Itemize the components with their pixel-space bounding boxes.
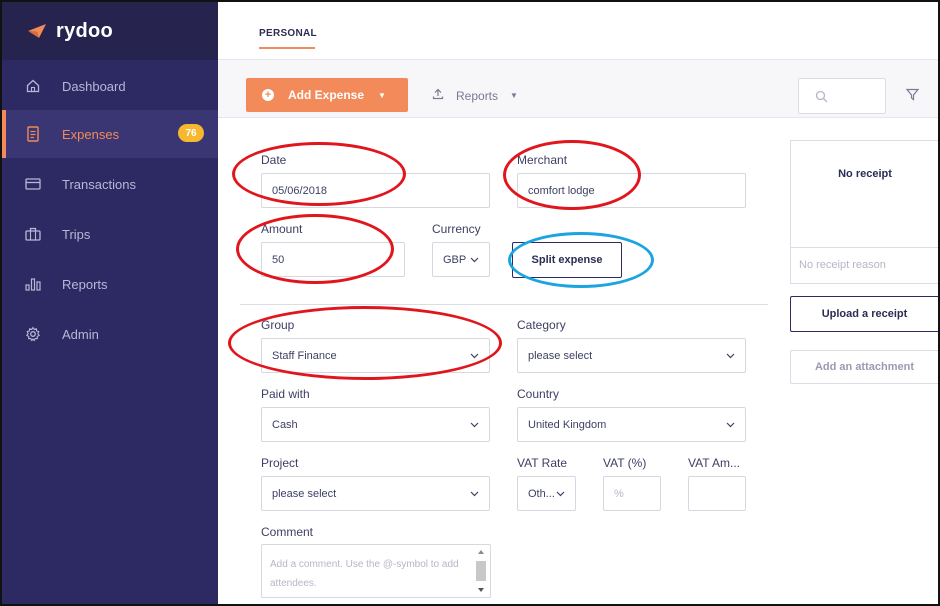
receipt-icon — [24, 125, 42, 143]
section-divider — [240, 304, 768, 305]
country-label: Country — [517, 387, 560, 401]
currency-select[interactable]: GBP — [432, 242, 490, 277]
currency-label: Currency — [432, 222, 481, 236]
add-attachment-label: Add an attachment — [814, 361, 914, 373]
chevron-down-icon — [726, 422, 735, 428]
vat-percent-label: VAT (%) — [603, 456, 647, 470]
comment-placeholder: Add a comment. Use the @-symbol to add a… — [270, 559, 459, 589]
toolbar: + Add Expense ▼ Reports ▼ — [218, 60, 938, 118]
vat-rate-value: Oth... — [528, 487, 555, 500]
upload-icon — [432, 88, 444, 103]
top-bar: PERSONAL — [218, 2, 938, 60]
brand-name: rydoo — [56, 19, 114, 42]
sidebar-item-dashboard[interactable]: Dashboard — [2, 62, 218, 110]
project-value: please select — [272, 487, 337, 500]
sidebar-item-label: Dashboard — [62, 78, 126, 94]
date-field[interactable]: 05/06/2018 — [261, 173, 490, 208]
split-expense-button[interactable]: Split expense — [512, 242, 622, 278]
sidebar-item-label: Reports — [62, 276, 108, 292]
comment-textarea[interactable]: Add a comment. Use the @-symbol to add a… — [261, 544, 491, 598]
project-select[interactable]: please select — [261, 476, 490, 511]
vat-amount-label: VAT Am... — [688, 456, 741, 470]
no-receipt-title: No receipt — [838, 168, 892, 180]
scroll-down-icon[interactable] — [477, 587, 485, 593]
vat-percent-input[interactable]: % — [603, 476, 661, 511]
amount-field[interactable]: 50 — [261, 242, 405, 277]
paid-with-label: Paid with — [261, 387, 310, 401]
tab-personal[interactable]: PERSONAL — [259, 28, 317, 39]
sidebar-item-label: Expenses — [62, 126, 120, 142]
sidebar-item-label: Admin — [62, 326, 99, 342]
sidebar-item-transactions[interactable]: Transactions — [2, 160, 218, 208]
vat-rate-label: VAT Rate — [517, 456, 568, 470]
add-expense-label: Add Expense — [288, 88, 365, 102]
project-label: Project — [261, 456, 299, 470]
receipt-preview: No receipt — [790, 140, 938, 248]
add-expense-button[interactable]: + Add Expense ▼ — [246, 78, 408, 112]
tab-active-indicator — [259, 47, 315, 49]
chevron-down-icon — [470, 257, 479, 263]
chevron-down-icon — [470, 491, 479, 497]
expenses-count-badge: 76 — [178, 124, 204, 142]
currency-value: GBP — [443, 253, 467, 266]
comment-scrollbar[interactable] — [474, 547, 488, 595]
comment-label: Comment — [261, 525, 314, 539]
scroll-up-icon[interactable] — [477, 549, 485, 555]
search-icon — [815, 90, 828, 103]
split-expense-label: Split expense — [531, 254, 603, 266]
plus-icon: + — [262, 89, 274, 101]
merchant-label: Merchant — [517, 153, 568, 167]
chevron-down-icon — [726, 353, 735, 359]
amount-value: 50 — [272, 253, 285, 266]
card-icon — [24, 175, 42, 193]
add-attachment-button[interactable]: Add an attachment — [790, 350, 938, 384]
rydoo-logo-icon — [28, 24, 46, 38]
vat-amount-input[interactable] — [688, 476, 746, 511]
country-select[interactable]: United Kingdom — [517, 407, 746, 442]
reports-dropdown[interactable]: Reports ▼ — [432, 88, 518, 103]
group-value: Staff Finance — [272, 349, 337, 362]
upload-receipt-label: Upload a receipt — [821, 308, 908, 320]
sidebar-item-reports[interactable]: Reports — [2, 260, 218, 308]
no-receipt-reason-input[interactable]: No receipt reason — [790, 248, 938, 284]
search-input[interactable] — [798, 78, 886, 114]
gear-icon — [24, 325, 42, 343]
chevron-down-icon: ▼ — [378, 90, 386, 100]
date-value: 05/06/2018 — [272, 184, 328, 197]
group-label: Group — [261, 318, 295, 332]
bar-chart-icon — [24, 275, 42, 293]
date-label: Date — [261, 153, 287, 167]
amount-label: Amount — [261, 222, 303, 236]
vat-rate-select[interactable]: Oth... — [517, 476, 576, 511]
sidebar-item-admin[interactable]: Admin — [2, 310, 218, 358]
group-select[interactable]: Staff Finance — [261, 338, 490, 373]
filter-icon[interactable] — [906, 88, 919, 101]
vat-percent-placeholder: % — [614, 487, 624, 500]
sidebar-item-trips[interactable]: Trips — [2, 210, 218, 258]
merchant-value: comfort lodge — [528, 184, 595, 197]
scrollbar-thumb[interactable] — [476, 561, 486, 581]
home-icon — [24, 77, 42, 95]
suitcase-icon — [24, 225, 42, 243]
brand-logo[interactable]: rydoo — [2, 2, 218, 60]
sidebar: rydoo Dashboard Expenses 76 Transactions… — [2, 2, 218, 604]
merchant-field[interactable]: comfort lodge — [517, 173, 746, 208]
no-receipt-reason-placeholder: No receipt reason — [799, 259, 886, 271]
sidebar-item-label: Trips — [62, 226, 91, 242]
sidebar-item-label: Transactions — [62, 176, 136, 192]
paid-with-select[interactable]: Cash — [261, 407, 490, 442]
reports-label: Reports — [456, 88, 499, 103]
chevron-down-icon — [470, 353, 479, 359]
paid-with-value: Cash — [272, 418, 298, 431]
chevron-down-icon — [556, 491, 565, 497]
category-label: Category — [517, 318, 566, 332]
category-value: please select — [528, 349, 593, 362]
chevron-down-icon: ▼ — [510, 91, 518, 100]
category-select[interactable]: please select — [517, 338, 746, 373]
country-value: United Kingdom — [528, 418, 607, 431]
chevron-down-icon — [470, 422, 479, 428]
upload-receipt-button[interactable]: Upload a receipt — [790, 296, 938, 332]
sidebar-item-expenses[interactable]: Expenses 76 — [2, 110, 218, 158]
